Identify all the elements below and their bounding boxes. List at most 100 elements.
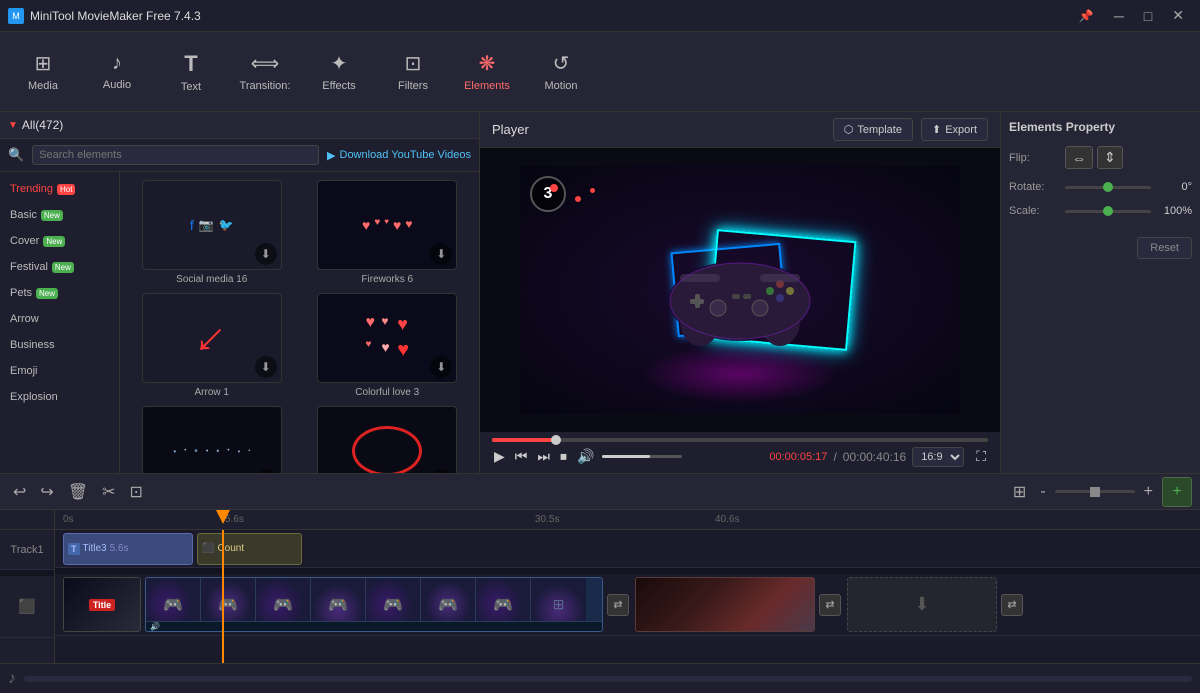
next-frame-button[interactable]: ⏭ [535,446,552,467]
bottom-scrollbar[interactable] [24,676,1192,682]
elem-arrow5[interactable]: ⬇ Arrow 5 [304,406,472,473]
empty-clip[interactable]: ⬇ [847,577,997,632]
tool-motion-label: Motion [544,80,577,92]
volume-slider[interactable] [602,455,682,458]
elem-arrow1[interactable]: ↓ ⬇ Arrow 1 [128,293,296,398]
fullscreen-button[interactable]: ⛶ [974,446,988,467]
timeline-content: Track1 ⬛ 0s 5.6s 30.5s 40.6s [0,510,1200,663]
category-header: ▼ All(472) [0,112,479,139]
cat-arrow[interactable]: Arrow [0,306,119,332]
download-snowflake1[interactable]: ⬇ [255,469,277,473]
download-youtube-label: Download YouTube Videos [340,149,472,161]
video-track-icon: ⬛ [0,576,54,638]
flip-horizontal-btn[interactable]: ⇔ [1065,146,1093,169]
track-labels: Track1 ⬛ [0,510,55,663]
download-arrow1[interactable]: ⬇ [255,356,277,378]
rotate-thumb [1103,182,1113,192]
template-btn[interactable]: ⬡ Template [833,118,913,141]
video-icon: ⬛ [18,598,35,615]
rotate-slider[interactable] [1065,186,1151,189]
scale-slider[interactable] [1065,210,1151,213]
download-social16[interactable]: ⬇ [255,243,277,265]
export-btn[interactable]: ⬆ Export [921,118,988,141]
elem-snowflake1[interactable]: • • • • • • • • ⬇ Snowflake 1 [128,406,296,473]
download-youtube-btn[interactable]: ▶ Download YouTube Videos [327,149,471,162]
pin-button[interactable]: 📌 [1071,5,1102,26]
stop-button[interactable]: ⏹ [558,446,569,467]
sunset-clip[interactable] [635,577,815,632]
zoom-in-button[interactable]: + [1139,480,1158,504]
search-input[interactable] [32,145,319,165]
minimize-button[interactable]: ─ [1106,5,1132,26]
zoom-slider[interactable] [1055,490,1135,493]
categories-list: Trending Hot Basic New Cover New Festiva… [0,172,120,473]
maximize-button[interactable]: □ [1136,5,1160,26]
cat-trending[interactable]: Trending Hot [0,176,119,202]
trending-badge: Hot [57,184,75,195]
download-colorful3[interactable]: ⬇ [430,356,452,378]
cat-cover[interactable]: Cover New [0,228,119,254]
crop-button[interactable]: ⊡ [125,479,148,505]
tool-filters-label: Filters [398,80,428,92]
tool-text-label: Text [181,81,201,93]
elem-fireworks6[interactable]: ♥ ♥ ♥ ♥ ♥ ⬇ Fireworks 6 [304,180,472,285]
red-dot-3 [590,188,595,193]
tool-filters[interactable]: ⊡ Filters [378,40,448,104]
cat-festival[interactable]: Festival New [0,254,119,280]
cut-button[interactable]: ✂ [97,479,120,505]
cat-pets[interactable]: Pets New [0,280,119,306]
effects-icon: ✦ [331,51,348,76]
elem-social16-label: Social media 16 [176,274,247,285]
prev-frame-button[interactable]: ⏮ [513,446,530,467]
transfer-btn-2[interactable]: ⇄ [819,594,841,616]
magenta-glow [640,344,840,404]
flip-vertical-btn[interactable]: ⇕ [1097,146,1123,169]
cat-basic[interactable]: Basic New [0,202,119,228]
cat-emoji[interactable]: Emoji [0,358,119,384]
tool-media[interactable]: ⊞ Media [8,40,78,104]
tool-effects[interactable]: ✦ Effects [304,40,374,104]
red-dot-1 [550,184,558,192]
export-label: Export [945,124,977,136]
tool-audio[interactable]: ♪ Audio [82,40,152,104]
play-button[interactable]: ▶ [492,446,507,467]
title-thumb-clip[interactable]: Title [63,577,141,632]
volume-button[interactable]: 🔊 [575,446,596,467]
tool-media-label: Media [28,80,58,92]
undo-button[interactable]: ↩ [8,479,31,505]
flip-row: Flip: ⇔ ⇕ [1009,146,1192,169]
elem-colorful3[interactable]: ♥ ♥ ♥ ♥ ♥ ♥ ⬇ Colorful love 3 [304,293,472,398]
main-video-clip[interactable]: 🎮 🎮 🎮 🎮 🎮 🎮 🎮 ⊞ 🔊 [145,577,603,632]
export-icon: ⬆ [932,123,941,136]
redo-button[interactable]: ↪ [35,479,58,505]
progress-bar[interactable] [492,438,988,442]
tool-transition[interactable]: ⟺ Transition: [230,40,300,104]
add-media-button[interactable]: + [1162,477,1192,507]
count-clip[interactable]: ⬛ Count [197,533,302,565]
tool-text[interactable]: T Text [156,40,226,104]
total-time: 00:00:40:16 [843,450,906,464]
tool-elements[interactable]: ❋ Elements [452,40,522,104]
flip-label: Flip: [1009,152,1059,164]
reset-button[interactable]: Reset [1137,237,1192,259]
delete-button[interactable]: 🗑 [63,479,93,505]
split-view-button[interactable]: ⊞ [1008,479,1031,505]
zoom-out-button[interactable]: - [1035,480,1050,504]
close-button[interactable]: ✕ [1164,5,1192,26]
cat-explosion[interactable]: Explosion [0,384,119,410]
track1-name: Track1 [10,544,43,556]
elem-social16[interactable]: f 📷 🐦 ⬇ Social media 16 [128,180,296,285]
transfer-btn-1[interactable]: ⇄ [607,594,629,616]
rotate-row: Rotate: 0° [1009,181,1192,193]
volume-fill [602,455,650,458]
cat-business[interactable]: Business [0,332,119,358]
tool-motion[interactable]: ↺ Motion [526,40,596,104]
transfer-btn-3[interactable]: ⇄ [1001,594,1023,616]
download-fireworks6[interactable]: ⬇ [430,243,452,265]
download-arrow5[interactable]: ⬇ [430,469,452,473]
tool-transition-label: Transition: [240,80,291,92]
bottom-track: ♪ [0,663,1200,693]
title3-clip[interactable]: T Title3 5.6s [63,533,193,565]
audio-waveform: 🔊 [146,621,602,631]
aspect-ratio-select[interactable]: 16:9 9:16 1:1 [912,447,964,467]
